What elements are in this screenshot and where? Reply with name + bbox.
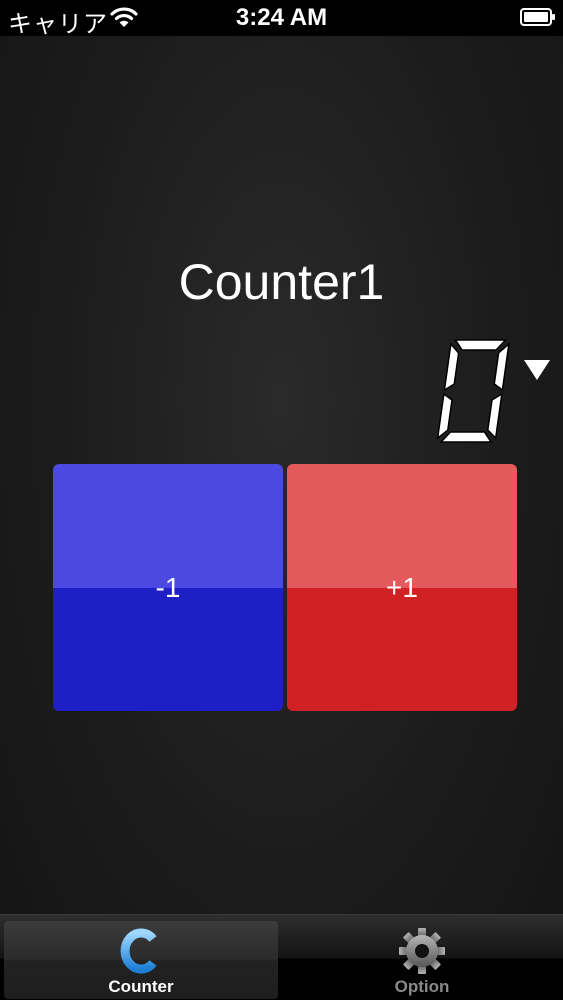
tab-counter-label: Counter <box>108 977 174 996</box>
status-time: 3:24 AM <box>235 4 328 31</box>
gear-icon <box>399 928 445 974</box>
counter-title: Counter1 <box>178 254 385 310</box>
increment-button[interactable]: +1 <box>287 464 517 711</box>
increment-button-label: +1 <box>386 572 418 603</box>
tab-option[interactable]: Option <box>285 921 559 999</box>
decrement-button[interactable]: -1 <box>53 464 283 711</box>
battery-icon <box>520 8 555 26</box>
status-bar: キャリア 3:24 AM <box>0 0 563 38</box>
tab-bar: Counter Option <box>0 914 563 1000</box>
triangle-down-icon[interactable] <box>522 358 552 382</box>
count-display <box>436 339 510 443</box>
count-value: 0 <box>436 446 512 447</box>
decrement-button-label: -1 <box>155 572 181 603</box>
tab-option-label: Option <box>394 977 450 996</box>
letter-c-icon <box>120 928 157 974</box>
tab-counter[interactable]: Counter <box>4 921 278 999</box>
app-screen: キャリア 3:24 AM Counter1 -1 +1 Counter Opti… <box>0 0 563 1000</box>
